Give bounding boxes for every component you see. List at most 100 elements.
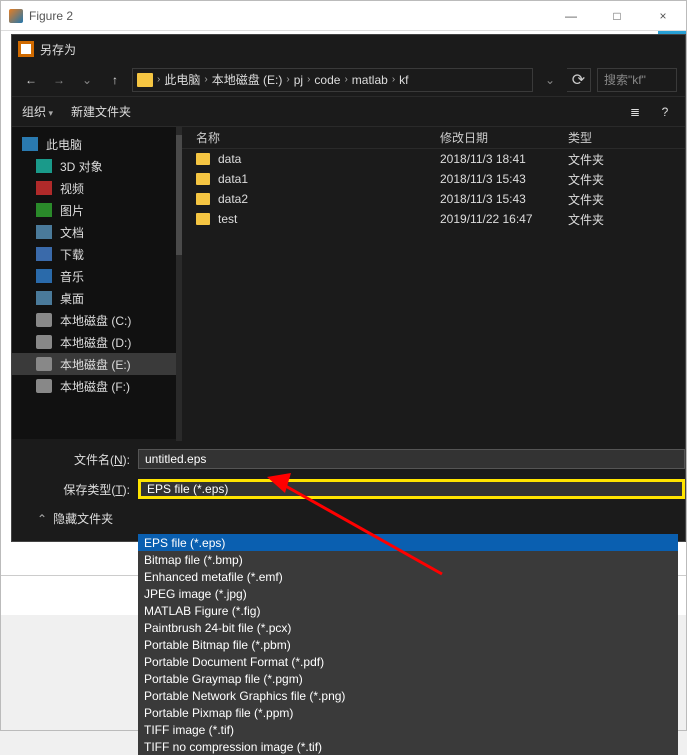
filename-label: 文件名(N): (12, 451, 138, 468)
help-icon[interactable]: ? (655, 102, 675, 122)
minimize-button[interactable]: — (548, 1, 594, 31)
newfolder-button[interactable]: 新建文件夹 (71, 103, 131, 120)
folder-icon (137, 73, 153, 87)
sidebar-item-label: 本地磁盘 (F:) (60, 378, 130, 395)
refresh-button[interactable]: ⟳ (567, 68, 591, 92)
file-row[interactable]: data22018/11/3 15:43文件夹 (182, 189, 685, 209)
crumb-pj[interactable]: pj (294, 73, 303, 87)
sidebar-item[interactable]: 此电脑 (12, 133, 182, 155)
folder-icon (196, 153, 210, 165)
file-row[interactable]: data1 2018/11/3 15:43文件夹 (182, 169, 685, 189)
filename-row: 文件名(N): untitled.eps (12, 447, 685, 471)
sb-desk-icon (36, 291, 52, 305)
sb-disk-icon (36, 313, 52, 327)
crumb-kf[interactable]: kf (399, 73, 408, 87)
sidebar-item[interactable]: 本地磁盘 (F:) (12, 375, 182, 397)
filetype-option[interactable]: EPS file (*.eps) (138, 534, 678, 551)
sidebar-item[interactable]: 视频 (12, 177, 182, 199)
filetype-option[interactable]: Portable Graymap file (*.pgm) (138, 670, 678, 687)
crumb-drive[interactable]: 本地磁盘 (E:) (212, 71, 283, 88)
sidebar-item[interactable]: 图片 (12, 199, 182, 221)
saveas-dialog: 另存为 ← → ⌄ ↑ › 此电脑 › 本地磁盘 (E:) › pj › cod… (11, 34, 686, 542)
filetype-option[interactable]: JPEG image (*.jpg) (138, 585, 678, 602)
sidebar-item[interactable]: 本地磁盘 (D:) (12, 331, 182, 353)
filetype-label: 保存类型(T): (12, 481, 138, 498)
file-date: 2018/11/3 15:43 (440, 192, 568, 206)
chevron-right-icon: › (344, 74, 347, 85)
file-list: data2018/11/3 18:41文件夹data12018/11/3 15:… (182, 149, 685, 229)
back-button[interactable]: ← (20, 69, 42, 91)
saveas-title: 另存为 (40, 41, 76, 58)
filetype-dropdown: EPS file (*.eps)Bitmap file (*.bmp)Enhan… (138, 534, 678, 755)
sidebar-item-label: 文档 (60, 224, 84, 241)
sb-3d-icon (36, 159, 52, 173)
filetype-option[interactable]: MATLAB Figure (*.fig) (138, 602, 678, 619)
sidebar-item[interactable]: 本地磁盘 (C:) (12, 309, 182, 331)
file-name: test (218, 212, 237, 226)
file-name: data1 (218, 172, 248, 186)
sb-disk-icon (36, 379, 52, 393)
file-name: data (218, 152, 241, 166)
recent-dropdown-icon[interactable]: ⌄ (76, 69, 98, 91)
filetype-option[interactable]: Portable Bitmap file (*.pbm) (138, 636, 678, 653)
file-type: 文件夹 (568, 211, 685, 228)
close-button[interactable]: × (640, 1, 686, 31)
sidebar-scroll-thumb[interactable] (176, 135, 182, 255)
bottom-panel: 文件名(N): untitled.eps 保存类型(T): EPS file (… (12, 439, 685, 541)
hide-folders-button[interactable]: 隐藏文件夹 (37, 510, 113, 527)
organize-button[interactable]: 组织 (22, 103, 53, 120)
crumb-matlab[interactable]: matlab (352, 73, 388, 87)
filetype-option[interactable]: Portable Document Format (*.pdf) (138, 653, 678, 670)
figure-titlebar: Figure 2 — □ × (1, 1, 686, 31)
maximize-button[interactable]: □ (594, 1, 640, 31)
folder-icon (196, 173, 210, 185)
filetype-option[interactable]: Bitmap file (*.bmp) (138, 551, 678, 568)
filetype-option[interactable]: Enhanced metafile (*.emf) (138, 568, 678, 585)
filetype-combo[interactable]: EPS file (*.eps) (138, 479, 685, 499)
address-row: ← → ⌄ ↑ › 此电脑 › 本地磁盘 (E:) › pj › code › … (12, 63, 685, 97)
sidebar-item[interactable]: 音乐 (12, 265, 182, 287)
sidebar-item-label: 桌面 (60, 290, 84, 307)
search-input[interactable]: 搜索"kf" (597, 68, 677, 92)
sidebar: 此电脑3D 对象视频图片文档下载音乐桌面本地磁盘 (C:)本地磁盘 (D:)本地… (12, 127, 182, 439)
sidebar-item[interactable]: 下载 (12, 243, 182, 265)
figure-title-text: Figure 2 (29, 9, 73, 23)
col-name[interactable]: 名称 (182, 129, 440, 146)
sidebar-item[interactable]: 桌面 (12, 287, 182, 309)
col-date[interactable]: 修改日期 (440, 129, 568, 146)
file-date: 2018/11/3 18:41 (440, 152, 568, 166)
forward-button[interactable]: → (48, 69, 70, 91)
filename-input[interactable]: untitled.eps (138, 449, 685, 469)
column-headers: 名称 修改日期 类型 (182, 127, 685, 149)
sb-disk-icon (36, 335, 52, 349)
col-type[interactable]: 类型 (568, 129, 685, 146)
folder-icon (196, 193, 210, 205)
file-name: data2 (218, 192, 248, 206)
breadcrumb[interactable]: › 此电脑 › 本地磁盘 (E:) › pj › code › matlab ›… (132, 68, 533, 92)
up-button[interactable]: ↑ (104, 69, 126, 91)
crumb-pc[interactable]: 此电脑 (164, 71, 200, 88)
sb-video-icon (36, 181, 52, 195)
filetype-option[interactable]: TIFF image (*.tif) (138, 721, 678, 738)
sidebar-item[interactable]: 文档 (12, 221, 182, 243)
filetype-option[interactable]: Portable Network Graphics file (*.png) (138, 687, 678, 704)
breadcrumb-dropdown-icon[interactable]: ⌄ (539, 69, 561, 91)
filetype-option[interactable]: Paintbrush 24-bit file (*.pcx) (138, 619, 678, 636)
filetype-option[interactable]: Portable Pixmap file (*.ppm) (138, 704, 678, 721)
file-row[interactable]: test2019/11/22 16:47文件夹 (182, 209, 685, 229)
sidebar-item[interactable]: 3D 对象 (12, 155, 182, 177)
file-row[interactable]: data2018/11/3 18:41文件夹 (182, 149, 685, 169)
filetype-option[interactable]: TIFF no compression image (*.tif) (138, 738, 678, 755)
figure-title: Figure 2 (9, 9, 73, 23)
file-type: 文件夹 (568, 171, 685, 188)
sidebar-item[interactable]: 本地磁盘 (E:) (12, 353, 182, 375)
saveas-icon (18, 41, 34, 57)
sidebar-item-label: 下载 (60, 246, 84, 263)
chevron-right-icon: › (286, 74, 289, 85)
view-icon[interactable]: ≣ (625, 102, 645, 122)
file-date: 2018/11/3 15:43 (440, 172, 568, 186)
sb-pc-icon (22, 137, 38, 151)
sb-music-icon (36, 269, 52, 283)
crumb-code[interactable]: code (314, 73, 340, 87)
saveas-titlebar: 另存为 (12, 35, 685, 63)
